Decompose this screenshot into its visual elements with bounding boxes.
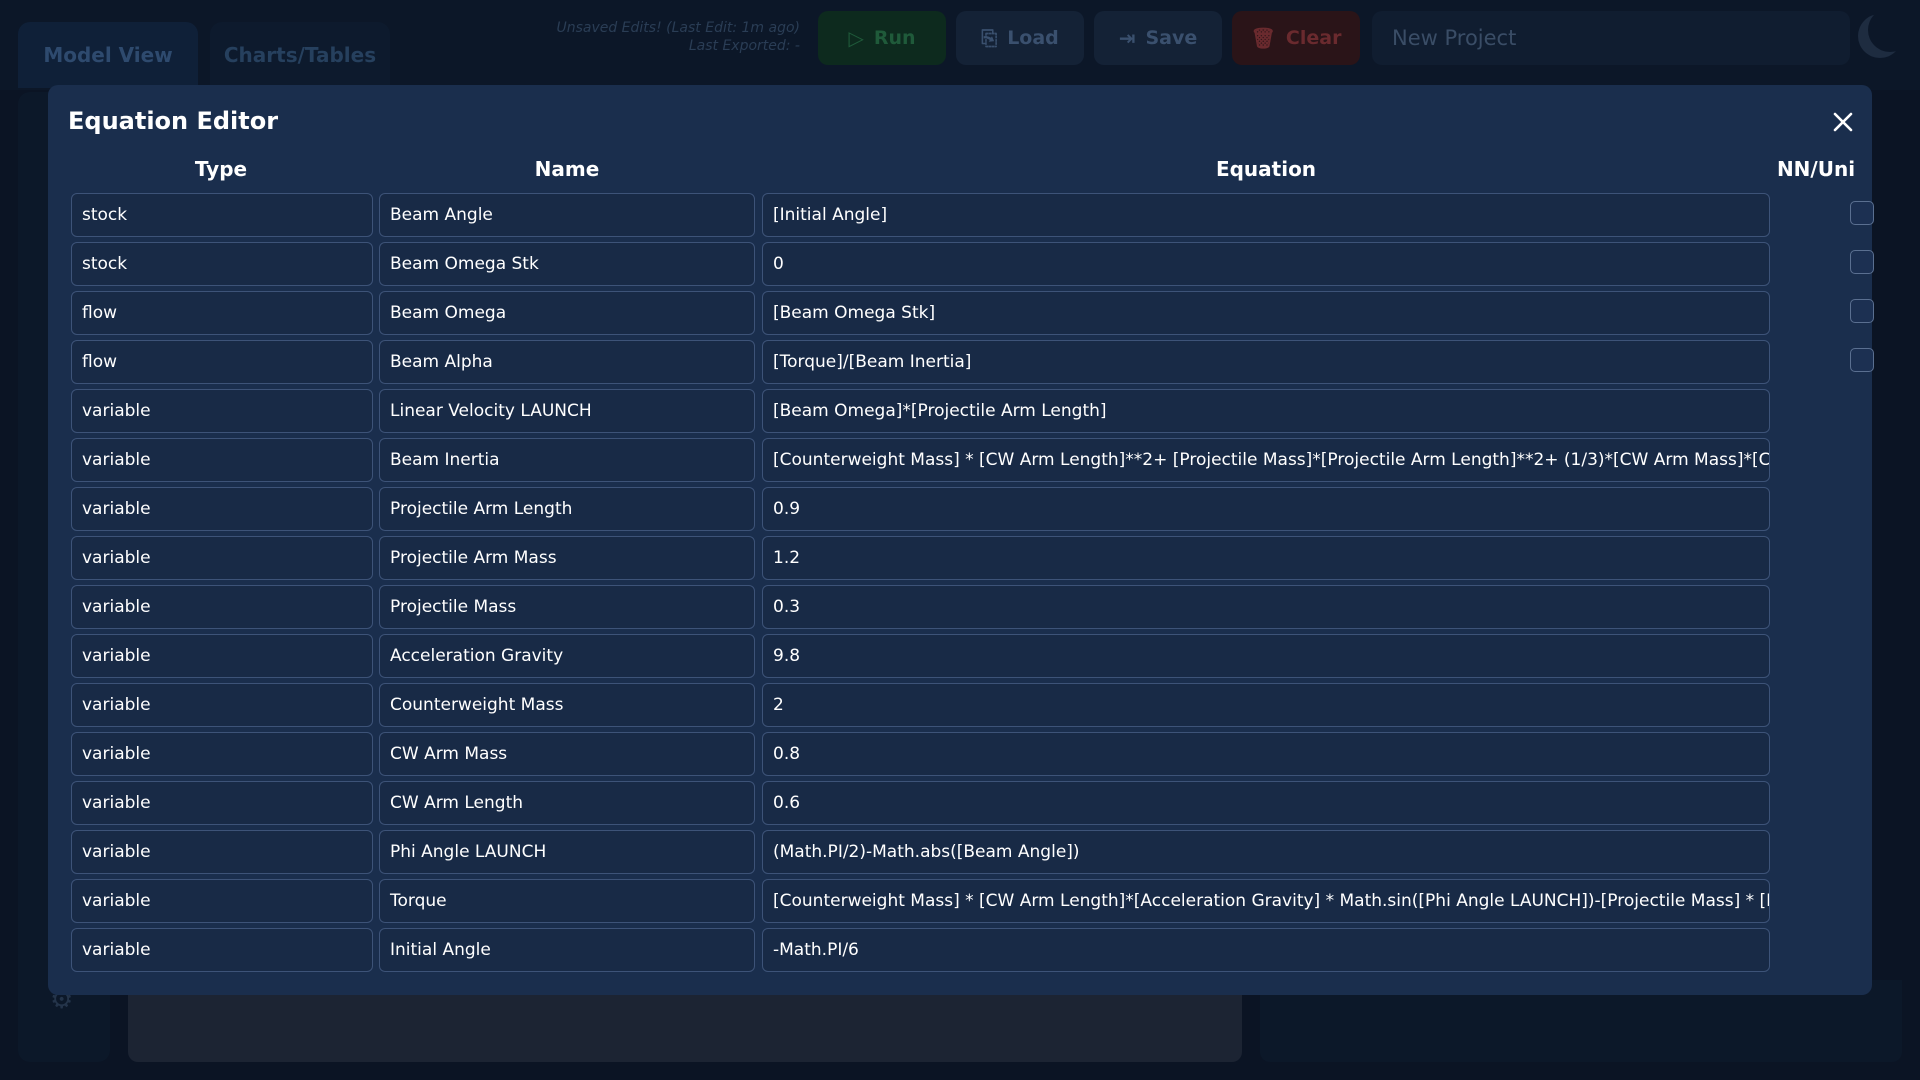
name-field[interactable]: Projectile Arm Length: [379, 487, 755, 531]
type-field[interactable]: variable: [71, 438, 373, 482]
equation-field[interactable]: [Beam Omega Stk]: [762, 291, 1770, 335]
equation-field[interactable]: [Counterweight Mass] * [CW Arm Length]*[…: [762, 879, 1770, 923]
type-field[interactable]: stock: [71, 193, 373, 237]
dark-mode-moon-icon[interactable]: [1858, 14, 1902, 58]
type-field[interactable]: variable: [71, 536, 373, 580]
name-field[interactable]: Projectile Mass: [379, 585, 755, 629]
type-field[interactable]: variable: [71, 683, 373, 727]
last-exported-text: Last Exported: -: [688, 38, 800, 54]
type-field[interactable]: variable: [71, 585, 373, 629]
modal-title: Equation Editor: [68, 107, 279, 135]
name-field[interactable]: Projectile Arm Mass: [379, 536, 755, 580]
name-field[interactable]: Beam Omega Stk: [379, 242, 755, 286]
save-label: Save: [1145, 27, 1198, 49]
name-field[interactable]: Torque: [379, 879, 755, 923]
trash-icon: 🗑: [1250, 26, 1276, 50]
name-field[interactable]: Counterweight Mass: [379, 683, 755, 727]
load-button[interactable]: ⎘ Load: [956, 11, 1084, 65]
equation-field[interactable]: 2: [762, 683, 1770, 727]
run-button[interactable]: ▷ Run: [818, 11, 946, 65]
save-button[interactable]: ⇥ Save: [1094, 11, 1222, 65]
name-field[interactable]: Phi Angle LAUNCH: [379, 830, 755, 874]
name-field[interactable]: Beam Angle: [379, 193, 755, 237]
name-field[interactable]: Beam Alpha: [379, 340, 755, 384]
nn-uni-checkbox[interactable]: [1850, 201, 1874, 225]
tab-model-view[interactable]: Model View: [18, 22, 198, 88]
play-icon: ▷: [848, 26, 864, 50]
tab-charts-tables[interactable]: Charts/Tables: [210, 22, 390, 88]
column-header-nn-uni: NN/Uni: [1776, 157, 1856, 181]
column-header-name: Name: [534, 157, 600, 181]
type-field[interactable]: variable: [71, 634, 373, 678]
equation-editor-modal: Equation Editor Type Name Equation NN/Un…: [48, 85, 1874, 995]
name-field[interactable]: CW Arm Length: [379, 781, 755, 825]
type-field[interactable]: variable: [71, 928, 373, 972]
column-header-type: Type: [194, 157, 248, 181]
save-status: Unsaved Edits! (Last Edit: 1m ago) Last …: [520, 19, 800, 55]
equation-field[interactable]: -Math.PI/6: [762, 928, 1770, 972]
name-field[interactable]: Acceleration Gravity: [379, 634, 755, 678]
file-export-icon: ⇥: [1118, 26, 1136, 50]
equation-field[interactable]: [Initial Angle]: [762, 193, 1770, 237]
equation-field[interactable]: 0.6: [762, 781, 1770, 825]
equation-field[interactable]: (Math.PI/2)-Math.abs([Beam Angle]): [762, 830, 1770, 874]
name-field[interactable]: CW Arm Mass: [379, 732, 755, 776]
equation-field[interactable]: 9.8: [762, 634, 1770, 678]
equation-field[interactable]: 1.2: [762, 536, 1770, 580]
close-icon: [1833, 112, 1853, 132]
type-field[interactable]: flow: [71, 340, 373, 384]
equation-field[interactable]: [Torque]/[Beam Inertia]: [762, 340, 1770, 384]
type-field[interactable]: variable: [71, 389, 373, 433]
equation-field[interactable]: [Counterweight Mass] * [CW Arm Length]**…: [762, 438, 1770, 482]
load-label: Load: [1007, 27, 1059, 49]
equation-field[interactable]: 0.8: [762, 732, 1770, 776]
close-button[interactable]: [1828, 107, 1858, 137]
run-label: Run: [873, 27, 916, 49]
file-import-icon: ⎘: [981, 26, 998, 50]
name-field[interactable]: Beam Inertia: [379, 438, 755, 482]
clear-button[interactable]: 🗑 Clear: [1232, 11, 1360, 65]
type-field[interactable]: variable: [71, 781, 373, 825]
equation-field[interactable]: 0.3: [762, 585, 1770, 629]
type-field[interactable]: variable: [71, 732, 373, 776]
clear-label: Clear: [1285, 27, 1342, 49]
name-field[interactable]: Beam Omega: [379, 291, 755, 335]
type-field[interactable]: variable: [71, 487, 373, 531]
type-field[interactable]: stock: [71, 242, 373, 286]
unsaved-edits-text: Unsaved Edits! (Last Edit: 1m ago): [556, 20, 800, 36]
equation-field[interactable]: 0.9: [762, 487, 1770, 531]
nn-uni-checkbox[interactable]: [1850, 299, 1874, 323]
type-field[interactable]: flow: [71, 291, 373, 335]
equation-field[interactable]: 0: [762, 242, 1770, 286]
nn-uni-checkbox[interactable]: [1850, 348, 1874, 372]
equation-field[interactable]: [Beam Omega]*[Projectile Arm Length]: [762, 389, 1770, 433]
column-header-equation: Equation: [1215, 157, 1317, 181]
type-field[interactable]: variable: [71, 830, 373, 874]
type-field[interactable]: variable: [71, 879, 373, 923]
name-field[interactable]: Initial Angle: [379, 928, 755, 972]
project-name-input[interactable]: New Project: [1372, 11, 1850, 65]
nn-uni-checkbox[interactable]: [1850, 250, 1874, 274]
name-field[interactable]: Linear Velocity LAUNCH: [379, 389, 755, 433]
